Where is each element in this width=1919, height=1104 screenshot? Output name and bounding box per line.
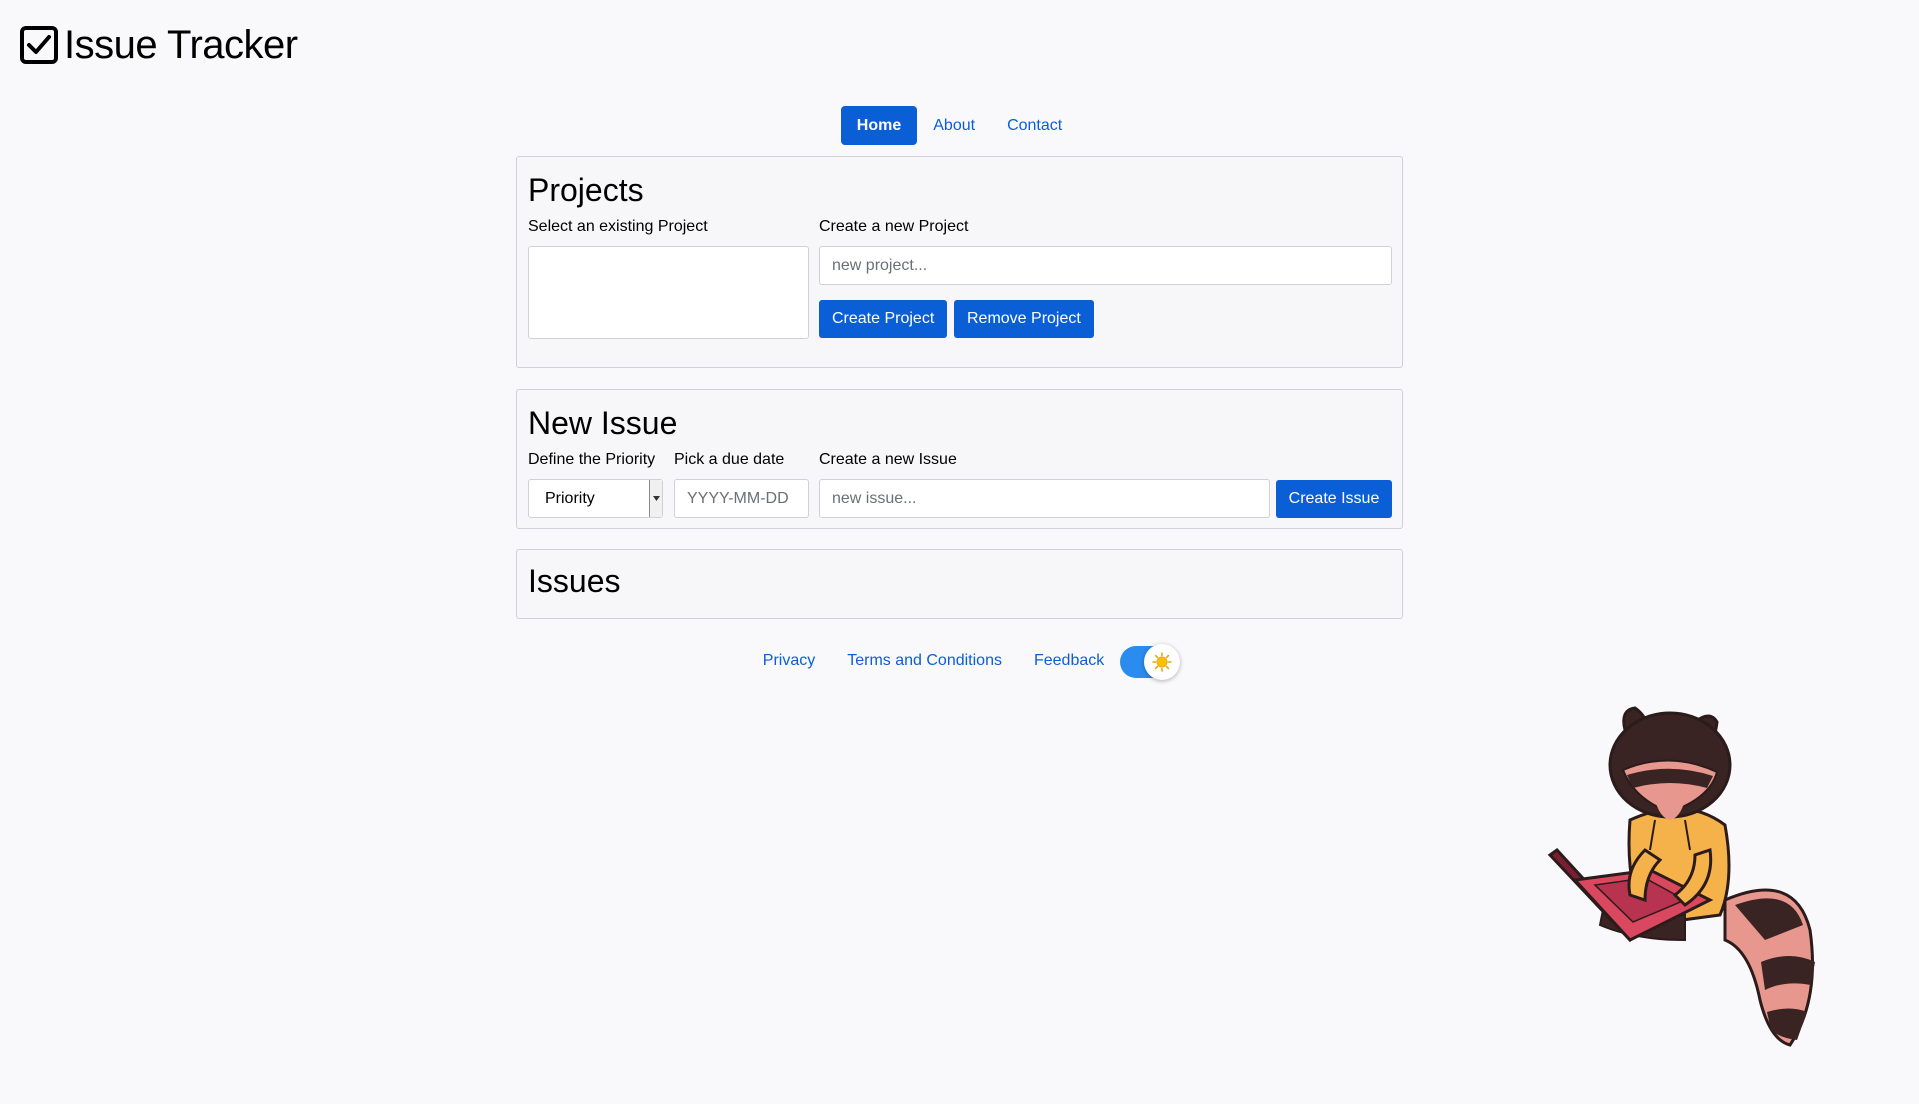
footer-privacy-link[interactable]: Privacy: [763, 652, 815, 670]
remove-project-button[interactable]: Remove Project: [954, 300, 1094, 338]
projects-card: Projects Select an existing Project Crea…: [516, 156, 1403, 368]
main-nav: Home About Contact: [0, 106, 1919, 145]
sun-icon: [1144, 644, 1181, 680]
project-list[interactable]: [528, 246, 809, 339]
priority-select[interactable]: Priority: [528, 479, 663, 518]
nav-contact[interactable]: Contact: [991, 106, 1078, 145]
footer-feedback-link[interactable]: Feedback: [1034, 652, 1104, 670]
app-title: Issue Tracker: [64, 23, 298, 67]
issues-heading: Issues: [528, 563, 621, 599]
footer-terms-link[interactable]: Terms and Conditions: [847, 652, 1002, 670]
due-date-label: Pick a due date: [674, 451, 785, 468]
nav-home[interactable]: Home: [840, 106, 918, 145]
new-issue-heading: New Issue: [528, 405, 678, 441]
select-project-label: Select an existing Project: [528, 218, 708, 235]
create-project-button[interactable]: Create Project: [819, 300, 948, 338]
nav-about[interactable]: About: [917, 106, 991, 145]
projects-heading: Projects: [528, 172, 644, 208]
due-date-input[interactable]: [674, 479, 809, 518]
app-brand: Issue Tracker: [20, 22, 298, 68]
dropdown-arrow-icon: [649, 480, 662, 517]
create-issue-label: Create a new Issue: [819, 451, 957, 468]
priority-label: Define the Priority: [528, 451, 656, 468]
raccoon-head: [1608, 706, 1732, 820]
create-issue-button[interactable]: Create Issue: [1276, 480, 1392, 518]
footer: Privacy Terms and Conditions Feedback: [0, 644, 1919, 680]
raccoon-tail: [1723, 888, 1815, 1047]
new-issue-card: New Issue Define the Priority Pick a due…: [516, 389, 1403, 529]
checkbox-logo-icon: [20, 26, 58, 64]
priority-select-value: Priority: [545, 490, 595, 507]
raccoon-mascot-illustration: [1547, 706, 1815, 1047]
new-issue-input[interactable]: [819, 479, 1270, 518]
new-project-input[interactable]: [819, 246, 1392, 285]
theme-toggle[interactable]: [1120, 644, 1181, 680]
issues-card: Issues: [516, 549, 1403, 619]
create-project-label: Create a new Project: [819, 218, 969, 235]
